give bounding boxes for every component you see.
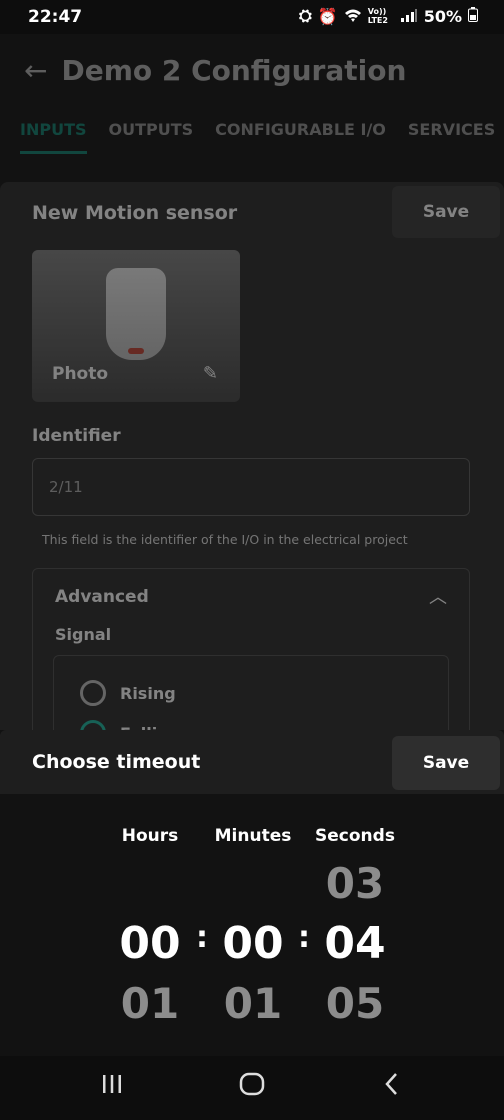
card-title: New Motion sensor bbox=[32, 202, 238, 224]
hours-next-value[interactable]: 01 bbox=[95, 974, 205, 1034]
signal-option-rising[interactable]: Rising bbox=[80, 680, 176, 706]
seconds-selected-value[interactable]: 04 bbox=[300, 914, 410, 974]
radio-icon bbox=[80, 680, 106, 706]
hours-picker[interactable]: Hours 00 01 bbox=[95, 826, 205, 1034]
identifier-value: 2/11 bbox=[49, 478, 83, 496]
status-bar: 22:47 ⛭ ⏰ Vo)) LTE2 50% bbox=[0, 0, 504, 34]
tab-inputs[interactable]: INPUTS bbox=[20, 120, 87, 154]
sheet-title: Choose timeout bbox=[32, 751, 201, 773]
hours-prev-value[interactable] bbox=[95, 854, 205, 914]
edit-icon[interactable]: ✎ bbox=[203, 363, 218, 384]
card-save-button[interactable]: Save bbox=[392, 186, 500, 238]
sheet-save-button[interactable]: Save bbox=[392, 736, 500, 790]
app-header: ← Demo 2 Configuration bbox=[24, 54, 406, 87]
signal-label: Signal bbox=[55, 625, 112, 644]
minutes-prev-value[interactable] bbox=[198, 854, 308, 914]
notification-icon: ⛭ bbox=[298, 6, 312, 25]
sheet-header: Choose timeout Save bbox=[0, 730, 504, 794]
seconds-picker[interactable]: Seconds 03 04 05 bbox=[300, 826, 410, 1034]
back-icon[interactable] bbox=[372, 1072, 412, 1104]
chevron-up-icon[interactable]: ︿ bbox=[429, 583, 447, 609]
identifier-field[interactable]: 2/11 bbox=[32, 458, 470, 516]
identifier-label: Identifier bbox=[32, 426, 121, 446]
system-nav-bar bbox=[0, 1056, 504, 1120]
minutes-picker[interactable]: Minutes 00 01 bbox=[198, 826, 308, 1034]
wifi-icon bbox=[344, 7, 362, 26]
alarm-icon: ⏰ bbox=[317, 6, 338, 26]
network-label: Vo)) LTE2 bbox=[367, 7, 388, 25]
advanced-label: Advanced bbox=[55, 587, 149, 607]
tab-bar: INPUTS OUTPUTS CONFIGURABLE I/O SERVICES bbox=[20, 120, 495, 154]
tab-services[interactable]: SERVICES bbox=[408, 120, 495, 154]
seconds-header: Seconds bbox=[315, 826, 395, 846]
minutes-next-value[interactable]: 01 bbox=[198, 974, 308, 1034]
timeout-bottom-sheet: Choose timeout Save Hours 00 01 : Minute… bbox=[0, 730, 504, 1056]
motion-sensor-image bbox=[106, 268, 166, 360]
hours-selected-value[interactable]: 00 bbox=[95, 914, 205, 974]
battery-icon bbox=[468, 6, 478, 26]
tab-outputs[interactable]: OUTPUTS bbox=[109, 120, 194, 154]
minutes-selected-value[interactable]: 00 bbox=[198, 914, 308, 974]
tab-configurable-io[interactable]: CONFIGURABLE I/O bbox=[215, 120, 386, 154]
hours-header: Hours bbox=[121, 826, 179, 846]
back-arrow-icon[interactable]: ← bbox=[24, 54, 47, 87]
photo-label: Photo bbox=[52, 364, 109, 384]
sensor-led bbox=[128, 348, 144, 354]
status-time: 22:47 bbox=[28, 7, 83, 27]
recent-apps-icon[interactable] bbox=[92, 1072, 132, 1104]
status-icons: ⛭ ⏰ Vo)) LTE2 50% bbox=[299, 6, 478, 26]
signal-icon bbox=[400, 7, 418, 26]
home-icon[interactable] bbox=[232, 1072, 272, 1104]
minutes-header: Minutes bbox=[214, 826, 292, 846]
identifier-helper-text: This field is the identifier of the I/O … bbox=[42, 532, 408, 547]
page-title: Demo 2 Configuration bbox=[61, 54, 407, 87]
seconds-next-value[interactable]: 05 bbox=[300, 974, 410, 1034]
battery-percent: 50% bbox=[423, 6, 462, 26]
photo-picker[interactable]: Photo ✎ bbox=[32, 250, 240, 402]
seconds-prev-value[interactable]: 03 bbox=[300, 854, 410, 914]
signal-option-label: Rising bbox=[120, 683, 176, 703]
